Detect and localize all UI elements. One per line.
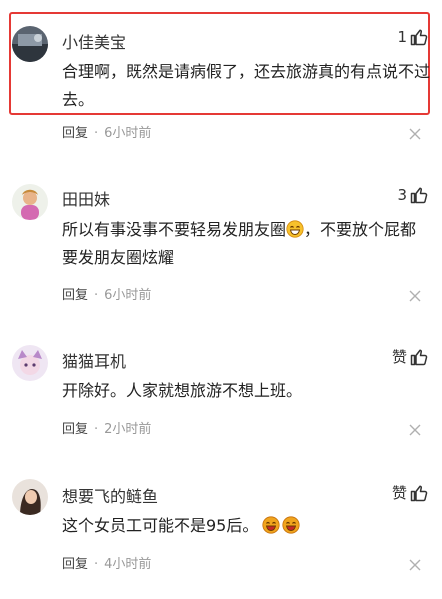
like-button[interactable]: 赞 [392, 482, 428, 503]
comment-text-part: 这个女员工可能不是95后。 [62, 516, 259, 535]
thumbs-up-icon [410, 348, 428, 366]
comment-text: 这个女员工可能不是95后。 [62, 512, 430, 540]
comment-author[interactable]: 小佳美宝 [62, 29, 126, 53]
reply-link[interactable]: 回复 [62, 126, 88, 141]
comment-time: 4小时前 [104, 557, 152, 572]
avatar[interactable] [12, 345, 48, 381]
thumbs-up-icon [410, 28, 428, 46]
like-button[interactable]: 赞 [392, 346, 428, 367]
comment-meta: 回复 · 6小时前 [62, 126, 152, 141]
like-count: 赞 [391, 484, 407, 502]
close-icon[interactable] [409, 125, 421, 140]
comment-author[interactable]: 猫猫耳机 [62, 348, 126, 372]
reply-link[interactable]: 回复 [62, 557, 88, 572]
thumbs-up-icon [410, 484, 428, 502]
comment-author[interactable]: 想要飞的鲢鱼 [62, 483, 158, 507]
avatar[interactable] [12, 184, 48, 220]
reply-link[interactable]: 回复 [62, 422, 88, 437]
reply-link[interactable]: 回复 [62, 288, 88, 303]
avatar[interactable] [12, 479, 48, 515]
comment-text-part: 所以有事没事不要轻易发朋友圈 [62, 220, 287, 239]
comment-text: 合理啊，既然是请病假了，还去旅游真的有点说不过去。 [62, 62, 431, 109]
laughing-emoji-icon [282, 515, 300, 534]
comment-text: 所以有事没事不要轻易发朋友圈 ，不要放个屁都要发朋友圈炫耀 [62, 216, 430, 272]
like-button[interactable]: 3 [397, 186, 428, 204]
comment-text: 开除好。人家就想旅游不想上班。 [62, 381, 303, 400]
thumbs-up-icon [410, 186, 428, 204]
laughing-emoji-icon [262, 515, 280, 534]
close-icon[interactable] [409, 556, 421, 571]
comment-time: 6小时前 [104, 126, 152, 141]
laughing-emoji-icon [286, 219, 304, 238]
close-icon[interactable] [409, 421, 421, 436]
like-count: 赞 [391, 348, 407, 366]
comment-time: 6小时前 [104, 288, 152, 303]
comment-meta: 回复 · 6小时前 [62, 288, 152, 303]
like-count: 3 [397, 186, 407, 204]
avatar[interactable] [12, 26, 48, 62]
like-button[interactable]: 1 [397, 28, 428, 46]
like-count: 1 [397, 28, 407, 46]
comment-time: 2小时前 [104, 422, 152, 437]
comment-meta: 回复 · 2小时前 [62, 422, 152, 437]
comment-author[interactable]: 田田妹 [62, 186, 110, 210]
close-icon[interactable] [409, 287, 421, 302]
comment-meta: 回复 · 4小时前 [62, 557, 152, 572]
